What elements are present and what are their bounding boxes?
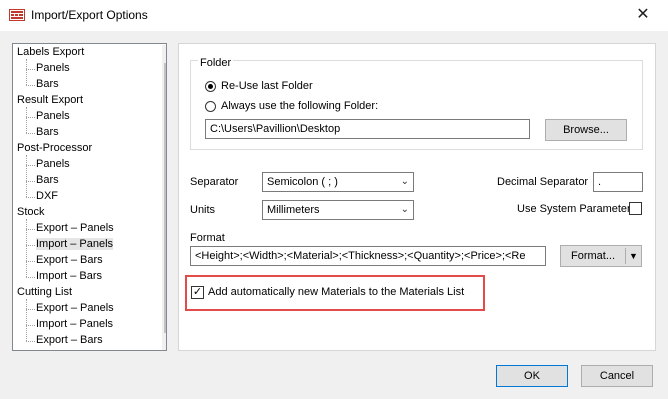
chevron-down-icon: ⌄ <box>400 176 409 187</box>
tree-item-label: DXF <box>36 190 58 202</box>
tree-item-label: Import – Bars <box>36 270 103 282</box>
checkmark-icon: ✓ <box>192 286 203 298</box>
tree-item[interactable]: Export – Bars <box>36 333 103 348</box>
scroll-up-icon[interactable]: ▲ <box>162 45 166 62</box>
tree-item-label: Export – Bars <box>36 334 103 346</box>
tree-item-label: Bars <box>36 126 59 138</box>
folder-group-label: Folder <box>198 57 234 69</box>
tree-item[interactable]: Import – Panels <box>36 317 113 332</box>
tree-item[interactable]: Bars <box>36 77 59 92</box>
tree-group-item[interactable]: Post-Processor <box>17 141 92 156</box>
tree-connector <box>26 197 35 198</box>
tree-item[interactable]: Panels <box>36 157 70 172</box>
browse-button[interactable]: Browse... <box>545 119 627 141</box>
tree-group-item[interactable]: Cutting List <box>17 285 72 300</box>
tree-connector <box>26 107 27 133</box>
tree-item[interactable]: DXF <box>36 189 58 204</box>
tree-connector <box>26 245 35 246</box>
use-system-parameter-label[interactable]: Use System Parameter <box>517 203 631 215</box>
tree-connector <box>26 229 35 230</box>
tree-item-label: Stock <box>17 206 45 218</box>
tree-item[interactable]: Bars <box>36 125 59 140</box>
dropdown-arrow-icon[interactable]: ▼ <box>629 246 638 266</box>
app-icon <box>9 9 25 21</box>
tree-item-label: Export – Panels <box>36 302 114 314</box>
folder-path-input[interactable]: C:\Users\Pavillion\Desktop <box>205 119 530 139</box>
tree-item-label: Import – Panels <box>36 238 114 250</box>
tree-item[interactable]: Import – Panels <box>36 237 114 252</box>
reuse-folder-radio[interactable] <box>205 81 216 92</box>
tree-connector <box>26 277 35 278</box>
tree-connector <box>26 341 35 342</box>
tree-item-label: Bars <box>36 78 59 90</box>
tree-connector <box>26 219 27 277</box>
tree-item-label: Export – Panels <box>36 222 114 234</box>
always-folder-radio[interactable] <box>205 101 216 112</box>
add-materials-checkbox[interactable]: ✓ <box>191 286 204 299</box>
cancel-button[interactable]: Cancel <box>581 365 653 387</box>
units-label: Units <box>190 204 216 216</box>
format-label: Format <box>190 232 225 244</box>
tree-item-label: Labels Export <box>17 46 85 58</box>
separator-label: Separator <box>190 176 239 188</box>
tree-scrollbar[interactable]: ▲ ▼ <box>162 45 166 350</box>
tree-item-label: Bars <box>36 174 59 186</box>
ok-button[interactable]: OK <box>496 365 568 387</box>
tree-connector <box>26 155 27 197</box>
scroll-thumb[interactable] <box>164 63 166 333</box>
options-tree[interactable]: Export – Bars Import – Panels Export – Pan… <box>12 43 167 351</box>
format-input[interactable]: <Height>;<Width>;<Material>;<Thickness>;… <box>190 246 546 266</box>
format-button-label: Format... <box>571 250 616 262</box>
tree-item-label: Import – Panels <box>36 318 114 330</box>
tree-connector <box>26 69 35 70</box>
tree-item-label: Cutting List <box>17 286 73 298</box>
tree-item[interactable]: Bars <box>36 173 59 188</box>
tree-item[interactable]: Export – Panels <box>36 301 114 316</box>
tree-item-label: Panels <box>36 158 70 170</box>
tree-item-label: Post-Processor <box>17 142 93 154</box>
tree-connector <box>26 181 35 182</box>
chevron-down-icon: ⌄ <box>400 204 409 215</box>
close-icon[interactable]: ✕ <box>633 6 653 26</box>
tree-connector <box>26 59 27 85</box>
split-divider <box>625 248 626 264</box>
separator-select[interactable]: Semicolon ( ; ) ⌄ <box>262 172 414 192</box>
tree-item[interactable]: Export – Panels <box>36 221 114 236</box>
tree-connector <box>26 85 35 86</box>
decimal-separator-label: Decimal Separator <box>497 176 589 188</box>
always-folder-label[interactable]: Always use the following Folder: <box>221 100 378 112</box>
tree-item-label: Panels <box>36 62 70 74</box>
reuse-folder-label[interactable]: Re-Use last Folder <box>221 80 313 92</box>
tree-item-label: Result Export <box>17 94 84 106</box>
scroll-down-icon[interactable]: ▼ <box>162 334 166 350</box>
tree-item[interactable]: Panels <box>36 61 70 76</box>
tree-connector <box>26 325 35 326</box>
window-title: Import/Export Options <box>31 8 148 22</box>
tree-item-label: Export – Bars <box>36 254 103 266</box>
tree-item[interactable]: Import – Bars <box>36 269 102 284</box>
tree-item[interactable]: Export – Bars <box>36 253 103 268</box>
tree-connector <box>26 261 35 262</box>
tree-connector <box>26 165 35 166</box>
tree-item[interactable]: Panels <box>36 109 70 124</box>
tree-connector <box>26 299 27 341</box>
tree-group-item[interactable]: Result Export <box>17 93 83 108</box>
add-materials-label[interactable]: Add automatically new Materials to the M… <box>208 286 464 298</box>
tree-connector <box>26 117 35 118</box>
format-button[interactable]: Format... ▼ <box>560 245 642 267</box>
use-system-parameter-checkbox[interactable] <box>629 202 642 215</box>
tree-connector <box>26 133 35 134</box>
decimal-separator-input[interactable]: . <box>593 172 643 192</box>
units-select[interactable]: Millimeters ⌄ <box>262 200 414 220</box>
tree-item-label: Panels <box>36 110 70 122</box>
tree-group-item[interactable]: Stock <box>17 205 45 220</box>
separator-value: Semicolon ( ; ) <box>267 176 338 188</box>
tree-connector <box>26 309 35 310</box>
units-value: Millimeters <box>267 204 320 216</box>
tree-group-item[interactable]: Labels Export <box>17 45 84 60</box>
